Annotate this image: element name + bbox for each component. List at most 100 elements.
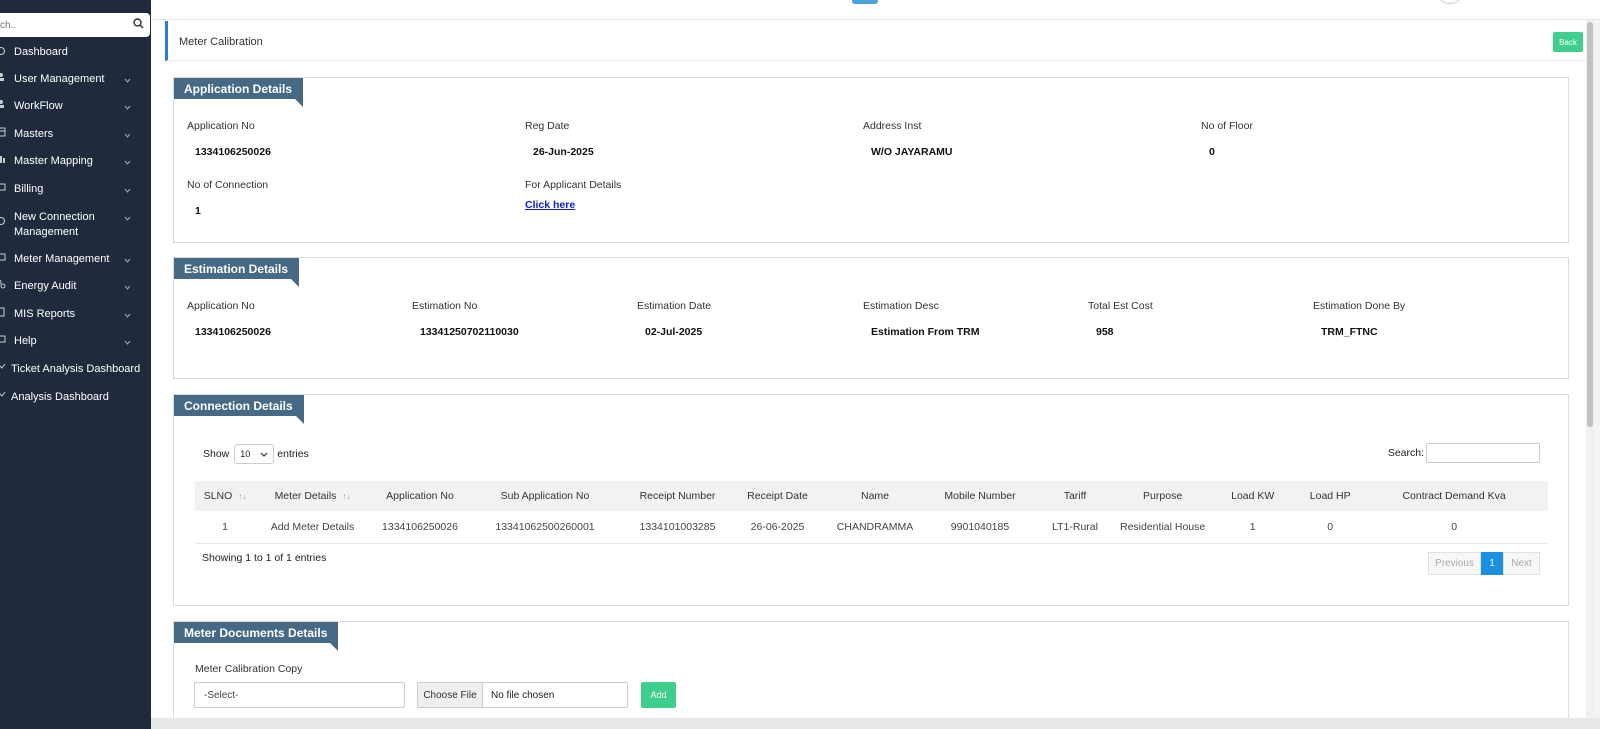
section-header: Meter Documents Details bbox=[174, 622, 339, 651]
field-label: Estimation No bbox=[412, 300, 478, 312]
entries-label: entries bbox=[277, 448, 309, 460]
section-header: Application Details bbox=[174, 78, 304, 107]
next-page-button[interactable]: Next bbox=[1503, 552, 1540, 575]
connection-table: SLNO ↑↓ Meter Details ↑↓ Application No Su… bbox=[195, 481, 1548, 544]
field-value: 26-Jun-2025 bbox=[533, 146, 594, 158]
cell-mobile: 9901040185 bbox=[930, 511, 1030, 544]
add-meter-details-link[interactable]: Add Meter Details bbox=[255, 511, 370, 544]
column-header-sub-application-no[interactable]: Sub Application No bbox=[470, 481, 620, 511]
file-input[interactable]: Choose File No file chosen bbox=[417, 682, 628, 708]
estimation-no-field: Estimation No 13341250702110030 bbox=[412, 300, 519, 338]
chevron-down-icon bbox=[260, 449, 268, 459]
column-header-mobile[interactable]: Mobile Number bbox=[930, 481, 1030, 511]
sidebar-item-label: Help bbox=[14, 335, 37, 347]
reg-date-field: Reg Date 26-Jun-2025 bbox=[525, 120, 594, 158]
column-header-slno[interactable]: SLNO ↑↓ bbox=[195, 481, 255, 511]
total-cost-field: Total Est Cost 958 bbox=[1088, 300, 1153, 338]
sidebar-item-meter-management[interactable]: Meter Management bbox=[0, 252, 151, 267]
entries-select[interactable]: 10 bbox=[234, 444, 275, 464]
sidebar-item-help[interactable]: Help bbox=[0, 334, 151, 349]
sort-asc-icon: ↑↓ bbox=[238, 492, 247, 501]
chevron-down-icon bbox=[124, 212, 131, 224]
sidebar-item-analysis-dashboard[interactable]: Analysis Dashboard bbox=[0, 390, 151, 405]
estimation-date-field: Estimation Date 02-Jul-2025 bbox=[637, 300, 711, 338]
field-label: Application No bbox=[187, 300, 255, 312]
scrollbar-thumb[interactable] bbox=[1587, 22, 1593, 427]
column-header-load-kw[interactable]: Load KW bbox=[1205, 481, 1300, 511]
chevron-down-icon bbox=[124, 74, 131, 86]
table-header-row: SLNO ↑↓ Meter Details ↑↓ Application No Su… bbox=[195, 481, 1548, 511]
meter-icon bbox=[0, 252, 10, 264]
applicant-details-link[interactable]: Click here bbox=[525, 199, 575, 211]
sidebar-item-billing[interactable]: Billing bbox=[0, 182, 151, 197]
vertical-scrollbar[interactable] bbox=[1586, 20, 1594, 729]
field-label: Estimation Desc bbox=[863, 300, 939, 312]
table-row: 1 Add Meter Details 1334106250026 133410… bbox=[195, 511, 1548, 544]
document-type-select[interactable]: -Select- bbox=[194, 682, 405, 708]
column-header-application-no[interactable]: Application No bbox=[370, 481, 470, 511]
connection-count-field: No of Connection 1 bbox=[187, 179, 268, 217]
horizontal-scrollbar[interactable] bbox=[151, 718, 1600, 729]
column-header-receipt-number[interactable]: Receipt Number bbox=[620, 481, 735, 511]
sidebar-item-label: New Connection Management bbox=[14, 211, 95, 238]
estimation-done-by-field: Estimation Done By TRM_FTNC bbox=[1313, 300, 1405, 338]
column-header-meter-details[interactable]: Meter Details ↑↓ bbox=[255, 481, 370, 511]
cell-sub-application-no: 13341062500260001 bbox=[470, 511, 620, 544]
field-label: No of Connection bbox=[187, 179, 269, 191]
sort-icon: ↑↓ bbox=[342, 492, 351, 501]
sidebar-item-new-connection[interactable]: New Connection Management bbox=[0, 210, 151, 240]
column-header-receipt-date[interactable]: Receipt Date bbox=[735, 481, 820, 511]
sidebar-item-master-mapping[interactable]: Master Mapping bbox=[0, 154, 151, 169]
billing-icon bbox=[0, 182, 10, 194]
sidebar-item-label: User Management bbox=[14, 73, 105, 85]
column-header-name[interactable]: Name bbox=[820, 481, 930, 511]
column-header-contract-demand[interactable]: Contract Demand Kva bbox=[1360, 481, 1548, 511]
sidebar-item-dashboard[interactable]: Dashboard bbox=[0, 45, 151, 60]
field-value: W/O JAYARAMU bbox=[871, 146, 953, 158]
back-button[interactable]: Back bbox=[1553, 32, 1583, 52]
sidebar-item-user-management[interactable]: User Management bbox=[0, 72, 151, 87]
column-header-load-hp[interactable]: Load HP bbox=[1300, 481, 1360, 511]
cell-contract-demand: 0 bbox=[1360, 511, 1548, 544]
field-value: 1334106250026 bbox=[195, 146, 271, 158]
sidebar-item-ticket-analysis[interactable]: Ticket Analysis Dashboard bbox=[0, 362, 151, 377]
ticket-icon bbox=[0, 362, 10, 374]
previous-page-button[interactable]: Previous bbox=[1428, 552, 1481, 575]
column-header-tariff[interactable]: Tariff bbox=[1030, 481, 1120, 511]
field-value: 13341250702110030 bbox=[420, 326, 519, 338]
address-field: Address Inst W/O JAYARAMU bbox=[863, 120, 953, 158]
choose-file-button[interactable]: Choose File bbox=[418, 683, 483, 707]
chevron-down-icon bbox=[124, 156, 131, 168]
page-1-button[interactable]: 1 bbox=[1481, 552, 1503, 575]
column-header-purpose[interactable]: Purpose bbox=[1120, 481, 1205, 511]
applicant-details-field: For Applicant Details Click here bbox=[525, 179, 621, 211]
mapping-icon bbox=[0, 154, 10, 166]
help-icon bbox=[0, 334, 10, 346]
sidebar-item-label: Energy Audit bbox=[14, 280, 77, 292]
top-bar bbox=[151, 0, 1600, 20]
search-icon[interactable] bbox=[133, 18, 144, 32]
table-search: Search: bbox=[1388, 443, 1540, 463]
section-header: Estimation Details bbox=[174, 258, 300, 287]
field-value: 958 bbox=[1096, 326, 1114, 338]
table-search-input[interactable] bbox=[1426, 443, 1540, 463]
sidebar-item-energy-audit[interactable]: Energy Audit bbox=[0, 279, 151, 294]
sidebar-item-label: Dashboard bbox=[14, 46, 68, 58]
meter-documents-card: Meter Documents Details Meter Calibratio… bbox=[173, 621, 1569, 729]
sidebar-item-mis-reports[interactable]: MIS Reports bbox=[0, 307, 151, 322]
sidebar-item-workflow[interactable]: WorkFlow bbox=[0, 99, 151, 114]
sidebar-search-input[interactable] bbox=[0, 15, 125, 35]
sidebar-item-masters[interactable]: Masters bbox=[0, 127, 151, 142]
users-icon bbox=[0, 72, 10, 84]
sidebar-item-label: Master Mapping bbox=[14, 155, 93, 167]
add-document-button[interactable]: Add bbox=[641, 682, 676, 708]
sidebar-item-label: MIS Reports bbox=[14, 308, 76, 320]
reports-icon bbox=[0, 307, 10, 319]
cell-name: CHANDRAMMA bbox=[820, 511, 930, 544]
cell-application-no: 1334106250026 bbox=[370, 511, 470, 544]
sidebar-item-label: Masters bbox=[14, 128, 54, 140]
pagination: Previous 1 Next bbox=[1428, 552, 1540, 575]
chevron-down-icon bbox=[124, 101, 131, 113]
sidebar-search bbox=[0, 13, 150, 37]
avatar[interactable] bbox=[1439, 0, 1461, 4]
